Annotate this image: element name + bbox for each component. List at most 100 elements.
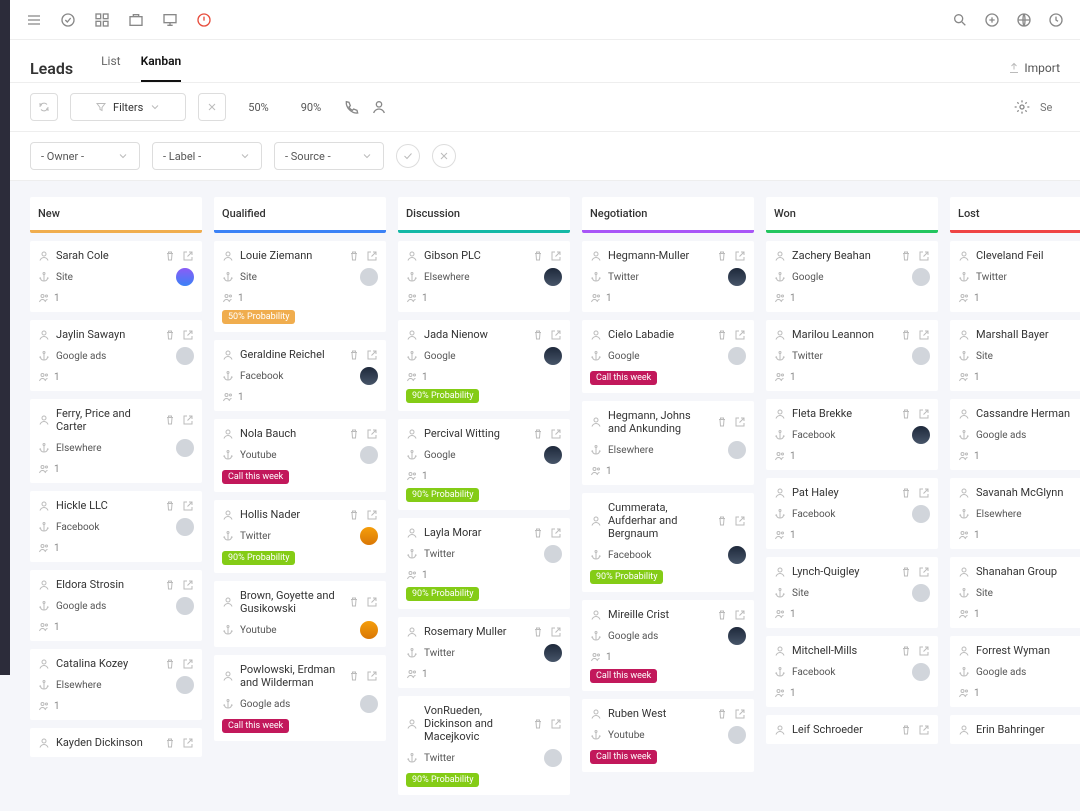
external-icon[interactable] (918, 724, 930, 736)
label-select[interactable]: - Label - (152, 142, 262, 170)
lead-card[interactable]: Powlowski, Erdman and WildermanGoogle ad… (214, 655, 386, 741)
lead-card[interactable]: Savanah McGlynnElsewhere1 (950, 478, 1080, 549)
lead-card[interactable]: Cummerata, Aufderhar and BergnaumFaceboo… (582, 493, 754, 592)
external-icon[interactable] (734, 609, 746, 621)
delete-icon[interactable] (164, 250, 176, 262)
external-icon[interactable] (550, 250, 562, 262)
external-icon[interactable] (366, 349, 378, 361)
monitor-icon[interactable] (162, 12, 178, 28)
delete-icon[interactable] (164, 737, 176, 749)
lead-card[interactable]: Ferry, Price and CarterElsewhere1 (30, 399, 202, 483)
lead-card[interactable]: Rosemary MullerTwitter1 (398, 617, 570, 688)
external-icon[interactable] (366, 250, 378, 262)
search-icon[interactable] (952, 12, 968, 28)
delete-icon[interactable] (164, 414, 176, 426)
lead-card[interactable]: Mitchell-MillsFacebook1 (766, 636, 938, 707)
owner-select[interactable]: - Owner - (30, 142, 140, 170)
apply-button[interactable] (396, 144, 420, 168)
grid-icon[interactable] (94, 12, 110, 28)
delete-icon[interactable] (348, 670, 360, 682)
delete-icon[interactable] (348, 250, 360, 262)
lead-card[interactable]: Zachery BeahanGoogle1 (766, 241, 938, 312)
menu-icon[interactable] (26, 12, 42, 28)
lead-card[interactable]: Jada NienowGoogle190% Probability (398, 320, 570, 411)
external-icon[interactable] (734, 329, 746, 341)
lead-card[interactable]: Ruben WestYoutubeCall this week (582, 699, 754, 772)
lead-card[interactable]: Cleveland FeilTwitter1 (950, 241, 1080, 312)
delete-icon[interactable] (900, 566, 912, 578)
delete-icon[interactable] (532, 428, 544, 440)
delete-icon[interactable] (716, 250, 728, 262)
external-icon[interactable] (366, 670, 378, 682)
lead-card[interactable]: Nola BauchYoutubeCall this week (214, 419, 386, 492)
lead-card[interactable]: Kayden Dickinson (30, 728, 202, 757)
lead-card[interactable]: VonRueden, Dickinson and MacejkovicTwitt… (398, 696, 570, 795)
external-icon[interactable] (366, 596, 378, 608)
external-icon[interactable] (918, 408, 930, 420)
lead-card[interactable]: Marilou LeannonTwitter1 (766, 320, 938, 391)
external-icon[interactable] (182, 579, 194, 591)
person-icon[interactable] (371, 99, 387, 115)
delete-icon[interactable] (716, 708, 728, 720)
delete-icon[interactable] (900, 250, 912, 262)
external-icon[interactable] (734, 708, 746, 720)
delete-icon[interactable] (716, 416, 728, 428)
lead-card[interactable]: Hegmann-MullerTwitter1 (582, 241, 754, 312)
delete-icon[interactable] (532, 626, 544, 638)
lead-card[interactable]: Cielo LabadieGoogleCall this week (582, 320, 754, 393)
lead-card[interactable]: Erin Bahringer (950, 715, 1080, 744)
external-icon[interactable] (918, 329, 930, 341)
filters-button[interactable]: Filters (70, 93, 186, 121)
delete-icon[interactable] (164, 329, 176, 341)
external-icon[interactable] (734, 416, 746, 428)
external-icon[interactable] (366, 428, 378, 440)
alert-icon[interactable] (196, 12, 212, 28)
source-select[interactable]: - Source - (274, 142, 384, 170)
external-icon[interactable] (918, 645, 930, 657)
lead-card[interactable]: Pat HaleyFacebook1 (766, 478, 938, 549)
lead-card[interactable]: Hollis NaderTwitter90% Probability (214, 500, 386, 573)
external-icon[interactable] (182, 329, 194, 341)
check-circle-icon[interactable] (60, 12, 76, 28)
delete-icon[interactable] (348, 428, 360, 440)
lead-card[interactable]: Lynch-QuigleySite1 (766, 557, 938, 628)
delete-icon[interactable] (532, 527, 544, 539)
lead-card[interactable]: Cassandre HermanGoogle ads1 (950, 399, 1080, 470)
external-icon[interactable] (182, 658, 194, 670)
lead-card[interactable]: Mireille CristGoogle ads1Call this week (582, 600, 754, 691)
lead-card[interactable]: Geraldine ReichelFacebook1 (214, 340, 386, 411)
external-icon[interactable] (734, 250, 746, 262)
lead-card[interactable]: Marshall BayerSite1 (950, 320, 1080, 391)
lead-card[interactable]: Layla MorarTwitter190% Probability (398, 518, 570, 609)
lead-card[interactable]: Jaylin SawaynGoogle ads1 (30, 320, 202, 391)
refresh-button[interactable] (30, 93, 58, 121)
reset-button[interactable] (432, 144, 456, 168)
clear-filter-button[interactable] (198, 93, 226, 121)
external-icon[interactable] (550, 329, 562, 341)
delete-icon[interactable] (900, 408, 912, 420)
tab-list[interactable]: List (101, 54, 121, 82)
tab-kanban[interactable]: Kanban (141, 54, 182, 82)
delete-icon[interactable] (348, 509, 360, 521)
lead-card[interactable]: Fleta BrekkeFacebook1 (766, 399, 938, 470)
delete-icon[interactable] (716, 609, 728, 621)
lead-card[interactable]: Eldora StrosinGoogle ads1 (30, 570, 202, 641)
external-icon[interactable] (366, 509, 378, 521)
delete-icon[interactable] (348, 596, 360, 608)
search-input[interactable] (1040, 101, 1060, 114)
delete-icon[interactable] (532, 329, 544, 341)
external-icon[interactable] (182, 737, 194, 749)
lead-card[interactable]: Gibson PLCElsewhere1 (398, 241, 570, 312)
lead-card[interactable]: Shanahan GroupSite1 (950, 557, 1080, 628)
chip-50[interactable]: 50% (238, 93, 278, 121)
external-icon[interactable] (182, 250, 194, 262)
delete-icon[interactable] (164, 579, 176, 591)
globe-icon[interactable] (1016, 12, 1032, 28)
lead-card[interactable]: Forrest WymanGoogle ads1 (950, 636, 1080, 707)
external-icon[interactable] (550, 428, 562, 440)
external-icon[interactable] (918, 250, 930, 262)
delete-icon[interactable] (532, 250, 544, 262)
delete-icon[interactable] (900, 645, 912, 657)
delete-icon[interactable] (164, 500, 176, 512)
lead-card[interactable]: Louie ZiemannSite150% Probability (214, 241, 386, 332)
